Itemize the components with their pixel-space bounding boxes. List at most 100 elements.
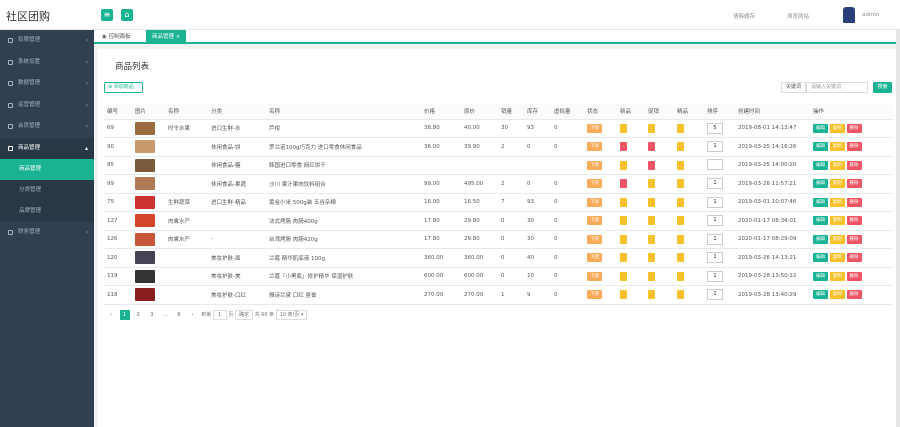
- edit-button[interactable]: 编辑: [813, 197, 828, 207]
- copy-button[interactable]: 复制: [829, 142, 845, 152]
- sort-input[interactable]: 1: [707, 196, 723, 208]
- edit-button[interactable]: 编辑: [813, 179, 828, 189]
- scrollbar[interactable]: [896, 30, 900, 427]
- delete-button[interactable]: 删除: [846, 197, 862, 207]
- sort-input[interactable]: [707, 158, 723, 170]
- edit-button[interactable]: 编辑: [813, 271, 828, 281]
- promo-toggle[interactable]: [648, 197, 656, 207]
- copy-button[interactable]: 复制: [829, 271, 845, 281]
- new-toggle[interactable]: [620, 123, 628, 133]
- promo-toggle[interactable]: [648, 290, 656, 300]
- page-1-button[interactable]: 1: [119, 310, 130, 320]
- sidebar-item-members[interactable]: 会员管理 ‹: [0, 116, 94, 138]
- best-toggle[interactable]: [677, 142, 685, 152]
- status-toggle[interactable]: 下架: [587, 216, 602, 226]
- copy-button[interactable]: 复制: [829, 234, 845, 244]
- new-toggle[interactable]: [620, 234, 628, 244]
- sort-input[interactable]: 5: [707, 122, 723, 134]
- best-toggle[interactable]: [677, 197, 685, 207]
- status-toggle[interactable]: 下架: [587, 179, 602, 189]
- sort-input[interactable]: 1: [707, 289, 723, 301]
- promo-toggle[interactable]: [648, 216, 656, 226]
- new-toggle[interactable]: [620, 142, 628, 152]
- edit-button[interactable]: 编辑: [813, 234, 828, 244]
- user-name[interactable]: admin: [862, 12, 879, 18]
- delete-button[interactable]: 删除: [846, 160, 862, 170]
- best-toggle[interactable]: [677, 123, 685, 133]
- status-toggle[interactable]: 下架: [587, 234, 602, 244]
- status-toggle[interactable]: 下架: [587, 142, 602, 152]
- sort-input[interactable]: 1: [707, 270, 723, 282]
- sidebar-item-finance[interactable]: 财务管理 ‹: [0, 222, 94, 244]
- delete-button[interactable]: 删除: [846, 271, 862, 281]
- sidebar-item-system[interactable]: 系统设置 ‹: [0, 52, 94, 74]
- status-toggle[interactable]: 下架: [587, 197, 602, 207]
- new-toggle[interactable]: [620, 179, 628, 189]
- menu-toggle-button[interactable]: ≡: [101, 9, 113, 21]
- sort-input[interactable]: 1: [707, 141, 723, 153]
- status-toggle[interactable]: 下架: [587, 271, 602, 281]
- new-toggle[interactable]: [620, 253, 628, 263]
- best-toggle[interactable]: [677, 253, 685, 263]
- copy-button[interactable]: 复制: [829, 253, 845, 263]
- page-2-button[interactable]: 2: [133, 310, 143, 320]
- copy-button[interactable]: 复制: [829, 197, 845, 207]
- per-page-select[interactable]: 10 条/页 ▾: [275, 310, 308, 320]
- delete-button[interactable]: 删除: [846, 123, 862, 133]
- clear-cache-link[interactable]: 清除缓存: [733, 12, 755, 20]
- page-6-button[interactable]: 6: [174, 310, 184, 320]
- page-number-input[interactable]: 1: [212, 310, 227, 320]
- copy-button[interactable]: 复制: [829, 179, 845, 189]
- add-goods-button[interactable]: ⊕ 添加商品: [104, 82, 143, 93]
- search-button[interactable]: 搜索: [873, 82, 892, 93]
- copy-button[interactable]: 复制: [829, 123, 845, 133]
- sidebar-item-permissions[interactable]: 权限管理 ‹: [0, 30, 94, 52]
- new-toggle[interactable]: [620, 290, 628, 300]
- copy-button[interactable]: 复制: [829, 290, 845, 300]
- status-toggle[interactable]: 下架: [587, 253, 602, 263]
- next-page-button[interactable]: ›: [188, 310, 198, 320]
- promo-toggle[interactable]: [648, 160, 656, 170]
- delete-button[interactable]: 删除: [846, 253, 862, 263]
- tab-dashboard[interactable]: ◉ 控制面板: [96, 30, 137, 44]
- best-toggle[interactable]: [677, 234, 685, 244]
- delete-button[interactable]: 删除: [846, 216, 862, 226]
- promo-toggle[interactable]: [648, 253, 656, 263]
- new-toggle[interactable]: [620, 197, 628, 207]
- avatar[interactable]: [843, 7, 855, 23]
- edit-button[interactable]: 编辑: [813, 160, 828, 170]
- new-toggle[interactable]: [620, 216, 628, 226]
- home-button[interactable]: ⌂: [121, 9, 133, 21]
- best-toggle[interactable]: [677, 290, 685, 300]
- promo-toggle[interactable]: [648, 179, 656, 189]
- best-toggle[interactable]: [677, 216, 685, 226]
- status-toggle[interactable]: 下架: [587, 123, 602, 133]
- tab-goods[interactable]: 商品管理 ×: [146, 30, 187, 44]
- edit-button[interactable]: 编辑: [813, 142, 828, 152]
- status-toggle[interactable]: 下架: [587, 160, 602, 170]
- sort-input[interactable]: 1: [707, 233, 723, 245]
- best-toggle[interactable]: [677, 179, 685, 189]
- sidebar-subitem-brand[interactable]: 品牌管理: [0, 201, 94, 222]
- sidebar-subitem-category[interactable]: 分类管理: [0, 180, 94, 201]
- sort-input[interactable]: 1: [707, 252, 723, 264]
- sidebar-item-goods[interactable]: 商品管理 ▴: [0, 137, 94, 159]
- search-input[interactable]: 请输入关键词: [806, 82, 868, 93]
- new-toggle[interactable]: [620, 160, 628, 170]
- delete-button[interactable]: 删除: [846, 179, 862, 189]
- page-3-button[interactable]: 3: [147, 310, 157, 320]
- edit-button[interactable]: 编辑: [813, 123, 828, 133]
- copy-button[interactable]: 复制: [829, 216, 845, 226]
- view-site-link[interactable]: 浏览网站: [787, 12, 809, 20]
- copy-button[interactable]: 复制: [829, 160, 845, 170]
- edit-button[interactable]: 编辑: [813, 216, 828, 226]
- sidebar-item-operations[interactable]: 运营管理 ‹: [0, 95, 94, 117]
- sidebar-subitem-goods[interactable]: 商品管理: [0, 159, 94, 180]
- delete-button[interactable]: 删除: [846, 290, 862, 300]
- status-toggle[interactable]: 下架: [587, 290, 602, 300]
- delete-button[interactable]: 删除: [846, 234, 862, 244]
- delete-button[interactable]: 删除: [846, 142, 862, 152]
- goto-confirm-button[interactable]: 确定: [234, 310, 253, 320]
- edit-button[interactable]: 编辑: [813, 290, 828, 300]
- edit-button[interactable]: 编辑: [813, 253, 828, 263]
